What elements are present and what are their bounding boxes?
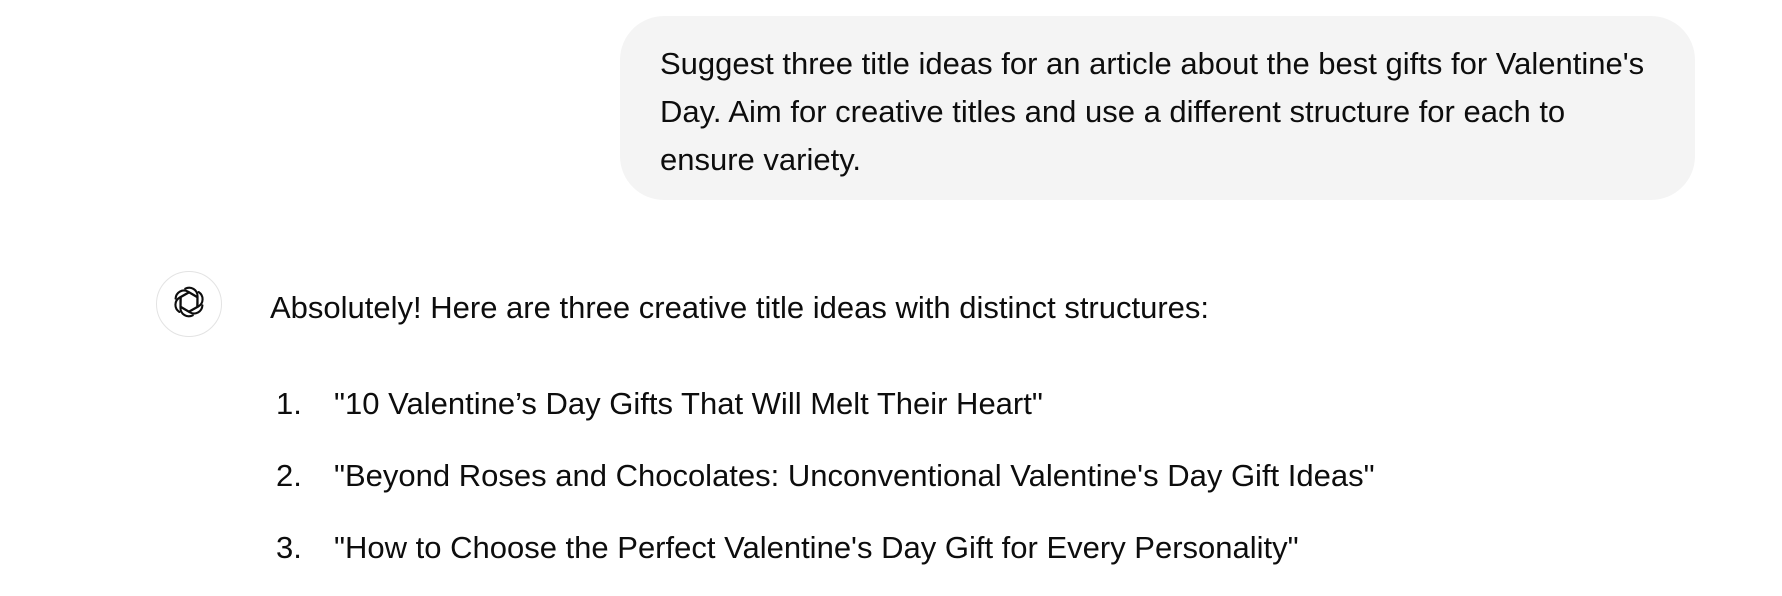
openai-logo-icon [170,283,208,326]
list-item-text: "10 Valentine’s Day Gifts That Will Melt… [334,386,1043,421]
chat-thread: Suggest three title ideas for an article… [0,0,1782,588]
list-item-text: "Beyond Roses and Chocolates: Unconventi… [334,458,1375,493]
list-item-number: 3. [276,530,302,565]
user-message-text: Suggest three title ideas for an article… [660,46,1645,177]
list-item-number: 2. [276,458,302,493]
assistant-avatar [156,271,222,337]
list-item-number: 1. [276,386,302,421]
list-item-text: "How to Choose the Perfect Valentine's D… [334,530,1299,565]
assistant-intro-text: Absolutely! Here are three creative titl… [270,290,1210,325]
user-message-bubble: Suggest three title ideas for an article… [620,16,1695,200]
